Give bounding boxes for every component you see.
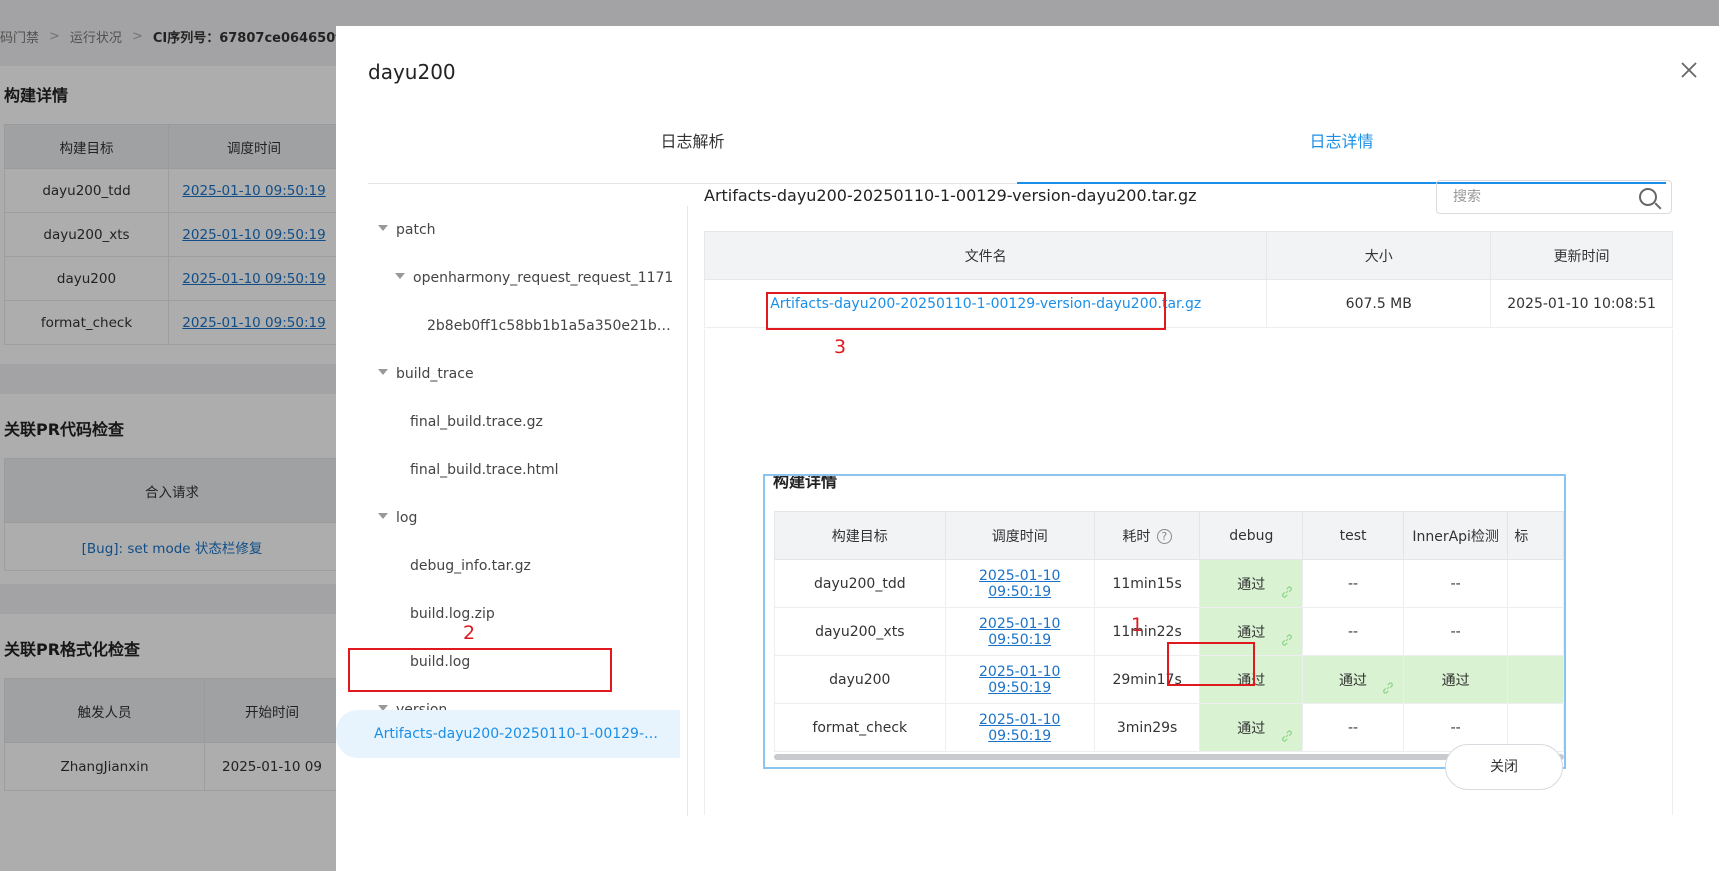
innerapi-pass-cell[interactable]: 通过 xyxy=(1402,655,1509,704)
tree-folder-request[interactable]: openharmony_request_request_1171 xyxy=(413,256,677,300)
test-cell: -- xyxy=(1302,607,1404,656)
tree-folder-commit[interactable]: 2b8eb0ff1c58bb1b1a5a350e21b6a7… xyxy=(427,304,677,348)
caret-down-icon[interactable] xyxy=(395,273,405,279)
time-link[interactable]: 2025-01-10 09:50:19 xyxy=(979,616,1060,648)
file-size: 607.5 MB xyxy=(1266,279,1492,328)
table-row: dayu200_tdd 2025-01-10 09:50:19 11min15s… xyxy=(774,559,1564,608)
inset-title: 构建详情 xyxy=(773,474,838,491)
column-header: 大小 xyxy=(1266,231,1492,280)
status-text: 通过 xyxy=(1339,672,1368,689)
column-header: 耗时 ? xyxy=(1093,511,1201,560)
extra-cell xyxy=(1507,559,1564,608)
column-header: 更新时间 xyxy=(1490,231,1673,280)
status-text: 通过 xyxy=(1237,624,1266,641)
inset-build-table: 构建目标 调度时间 耗时 ? debug test InnerApi检测 标 d… xyxy=(774,511,1564,752)
link-icon[interactable] xyxy=(1381,681,1395,695)
tab-bar: 日志解析 日志详情 xyxy=(368,122,1666,184)
target-cell: dayu200 xyxy=(774,655,946,704)
file-title: Artifacts-dayu200-20250110-1-00129-versi… xyxy=(704,186,1197,205)
test-cell: -- xyxy=(1302,559,1404,608)
duration-cell: 3min29s xyxy=(1093,703,1201,752)
modal-title: dayu200 xyxy=(368,60,456,84)
column-header: 文件名 xyxy=(703,231,1268,280)
column-header: 构建目标 xyxy=(774,511,946,560)
target-cell: dayu200_xts xyxy=(774,607,946,656)
test-pass-cell[interactable]: 通过 xyxy=(1302,655,1404,704)
divider xyxy=(687,206,688,816)
column-header: 标 xyxy=(1507,511,1564,560)
caret-down-icon[interactable] xyxy=(378,225,388,231)
annotation-number-1: 1 xyxy=(1131,614,1144,636)
tree-folder-build-trace[interactable]: build_trace xyxy=(396,352,676,396)
annotation-box-1 xyxy=(1167,642,1255,686)
extra-cell xyxy=(1507,655,1564,704)
column-header: InnerApi检测 xyxy=(1402,511,1509,560)
target-cell: format_check xyxy=(774,703,946,752)
extra-cell xyxy=(1507,607,1564,656)
debug-pass-cell[interactable]: 通过 xyxy=(1199,703,1304,752)
duration-cell: 11min15s xyxy=(1093,559,1201,608)
innerapi-cell: -- xyxy=(1402,559,1509,608)
close-button[interactable]: 关闭 xyxy=(1445,744,1563,790)
status-text: 通过 xyxy=(1237,720,1266,737)
innerapi-cell: -- xyxy=(1402,607,1509,656)
time-link[interactable]: 2025-01-10 09:50:19 xyxy=(979,664,1060,696)
duration-header: 耗时 xyxy=(1122,528,1151,545)
tree-folder-log[interactable]: log xyxy=(396,496,676,540)
log-modal: dayu200 日志解析 日志详情 patch openharmony_requ… xyxy=(336,26,1719,871)
debug-pass-cell[interactable]: 通过 xyxy=(1199,559,1304,608)
tree-folder-patch[interactable]: patch xyxy=(396,208,676,252)
tab-log-analysis[interactable]: 日志解析 xyxy=(368,122,1017,183)
search-icon[interactable] xyxy=(1639,188,1657,206)
link-icon[interactable] xyxy=(1280,633,1294,647)
tab-log-detail[interactable]: 日志详情 xyxy=(1017,122,1666,184)
file-updated: 2025-01-10 10:08:51 xyxy=(1490,279,1673,328)
close-icon[interactable] xyxy=(1677,58,1701,82)
time-link[interactable]: 2025-01-10 09:50:19 xyxy=(979,568,1060,600)
tree-file[interactable]: build.log.zip xyxy=(410,592,676,636)
tree-file-selected[interactable]: Artifacts-dayu200-20250110-1-00129-… xyxy=(336,710,680,758)
annotation-box-3 xyxy=(766,292,1166,330)
help-icon[interactable]: ? xyxy=(1156,529,1172,544)
caret-down-icon[interactable] xyxy=(378,369,388,375)
target-cell: dayu200_tdd xyxy=(774,559,946,608)
tree-file[interactable]: final_build.trace.html xyxy=(410,448,676,492)
time-link[interactable]: 2025-01-10 09:50:19 xyxy=(979,712,1060,744)
inset-screenshot: 构建详情 构建目标 调度时间 耗时 ? debug test InnerApi检… xyxy=(763,474,1566,769)
link-icon[interactable] xyxy=(1280,585,1294,599)
annotation-number-2: 2 xyxy=(463,622,476,644)
column-header: debug xyxy=(1199,511,1304,560)
search-placeholder: 搜索 xyxy=(1453,189,1481,205)
search-input[interactable]: 搜索 xyxy=(1436,180,1672,214)
tree-file[interactable]: final_build.trace.gz xyxy=(410,400,676,444)
annotation-number-3: 3 xyxy=(834,336,847,358)
tree-file[interactable]: debug_info.tar.gz xyxy=(410,544,676,588)
test-cell: -- xyxy=(1302,703,1404,752)
column-header: 调度时间 xyxy=(944,511,1095,560)
caret-down-icon[interactable] xyxy=(378,513,388,519)
annotation-box-2 xyxy=(348,648,612,692)
status-text: 通过 xyxy=(1237,576,1266,593)
table-row: format_check 2025-01-10 09:50:19 3min29s… xyxy=(774,703,1564,752)
link-icon[interactable] xyxy=(1280,729,1294,743)
column-header: test xyxy=(1302,511,1404,560)
